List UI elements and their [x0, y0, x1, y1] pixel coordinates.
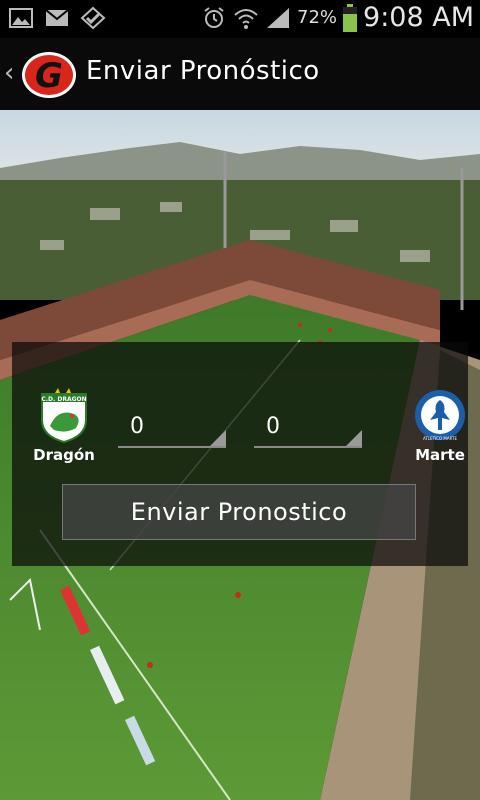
spinner-dropdown-icon	[210, 430, 226, 446]
home-team: C.D. DRAGON Dragón	[24, 386, 104, 464]
action-bar: ‹ G Enviar Pronóstico	[0, 38, 480, 111]
marte-crest-icon: ATLETICO MARTE	[415, 390, 465, 441]
battery-icon	[343, 3, 358, 32]
image-icon	[9, 8, 33, 28]
status-bar: 72% 9:08 AM	[0, 0, 480, 38]
away-score-value: 0	[266, 414, 280, 439]
away-team-name: Marte	[415, 446, 465, 464]
signal-icon	[267, 7, 289, 28]
home-score-value: 0	[130, 414, 144, 439]
home-team-name: Dragón	[33, 446, 95, 464]
wifi-icon	[234, 8, 258, 29]
dragon-crest-icon: C.D. DRAGON	[41, 388, 87, 444]
away-team: ATLETICO MARTE Marte	[400, 386, 480, 464]
away-score-spinner[interactable]: 0	[254, 402, 362, 448]
page-title: Enviar Pronóstico	[86, 56, 320, 86]
spinner-underline	[254, 446, 362, 448]
battery-percent: 72%	[297, 7, 338, 28]
check-icon	[80, 6, 106, 30]
spinner-underline	[118, 446, 226, 448]
gmail-icon	[45, 9, 69, 26]
app-logo[interactable]: G	[20, 48, 78, 100]
alarm-icon	[204, 6, 224, 28]
svg-text:ATLETICO MARTE: ATLETICO MARTE	[423, 436, 458, 441]
clock: 9:08 AM	[363, 2, 474, 33]
home-score-spinner[interactable]: 0	[118, 402, 226, 448]
back-chevron-icon[interactable]: ‹	[4, 58, 14, 88]
send-prediction-button[interactable]: Enviar Pronostico	[62, 484, 416, 540]
svg-text:G: G	[35, 56, 63, 96]
spinner-dropdown-icon	[346, 430, 362, 446]
svg-text:C.D. DRAGON: C.D. DRAGON	[41, 396, 86, 403]
prediction-card: C.D. DRAGON Dragón 0 0 ATLETICO MARTE Ma…	[12, 342, 468, 566]
